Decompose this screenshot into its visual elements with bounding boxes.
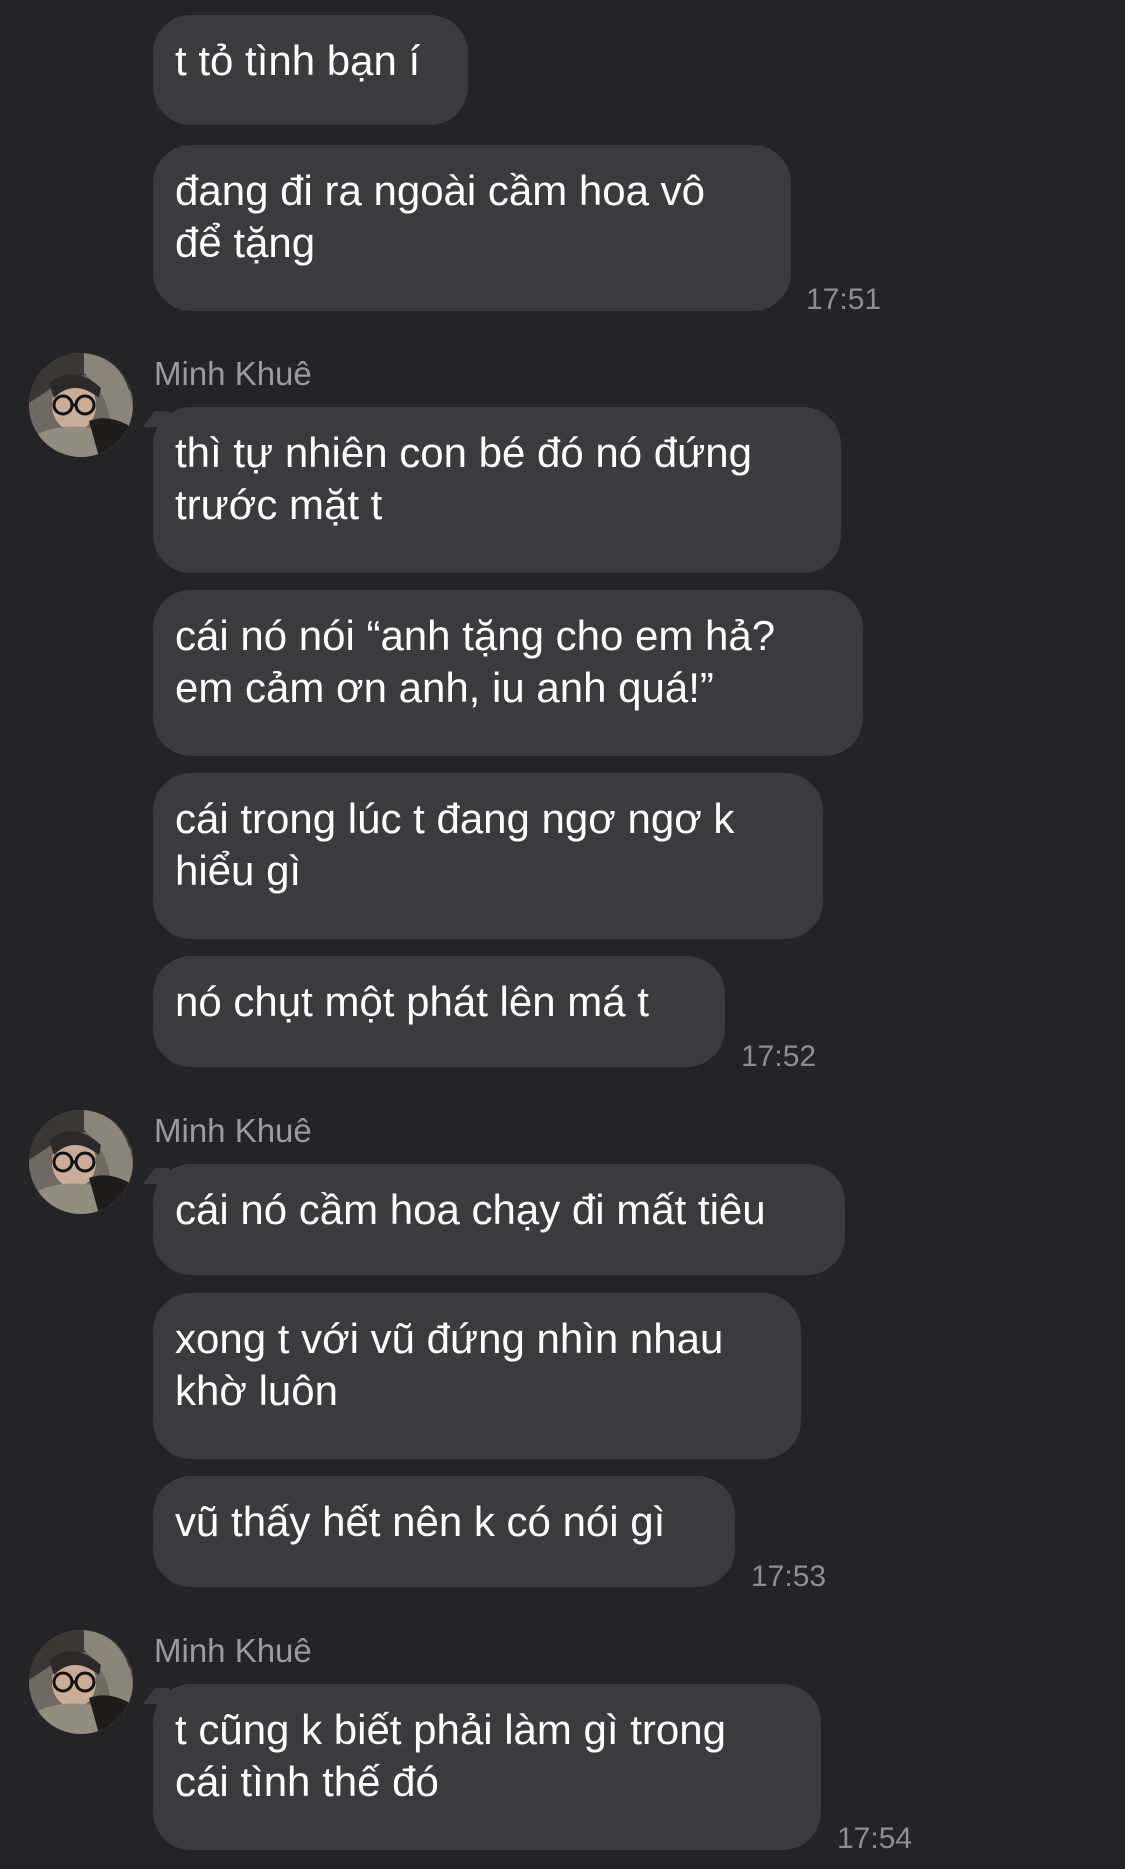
message-bubble[interactable]: cái nó nói “anh tặng cho em hả? em cảm ơ… [153,590,863,756]
avatar-graphic [29,1630,133,1734]
message-timestamp: 17:53 [751,1560,827,1593]
message-bubble[interactable]: đang đi ra ngoài cầm hoa vô để tặng [153,145,791,311]
sender-name: Minh Khuê [154,1112,312,1149]
avatar-graphic [29,1110,133,1214]
avatar-graphic [29,353,133,457]
message-bubble[interactable]: t cũng k biết phải làm gì trong cái tình… [153,1684,821,1850]
user-avatar-photo-icon[interactable] [29,1630,133,1734]
sender-name: Minh Khuê [154,355,312,392]
message-bubble[interactable]: thì tự nhiên con bé đó nó đứng trước mặt… [153,407,841,573]
message-bubble[interactable]: nó chụt một phát lên má t [153,956,725,1067]
message-bubble[interactable]: t tỏ tình bạn í [153,15,468,125]
sender-name: Minh Khuê [154,1632,312,1669]
message-timestamp: 17:51 [806,283,882,316]
user-avatar-photo-icon[interactable] [29,1110,133,1214]
message-timestamp: 17:52 [741,1040,817,1073]
message-bubble[interactable]: vũ thấy hết nên k có nói gì [153,1476,735,1587]
message-bubble[interactable]: xong t với vũ đứng nhìn nhau khờ luôn [153,1293,801,1459]
message-timestamp: 17:54 [837,1822,913,1855]
message-bubble[interactable]: cái trong lúc t đang ngơ ngơ k hiểu gì [153,773,823,939]
message-bubble[interactable]: cái nó cầm hoa chạy đi mất tiêu [153,1164,845,1275]
user-avatar-photo-icon[interactable] [29,353,133,457]
